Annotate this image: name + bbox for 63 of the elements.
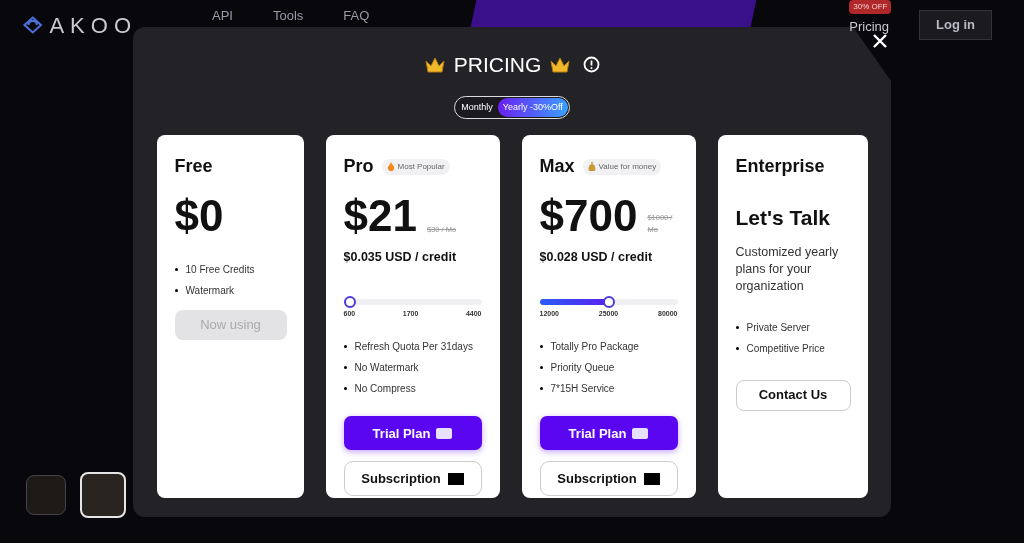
nav-link[interactable]: Tools <box>272 6 304 26</box>
logo-icon <box>22 14 44 36</box>
trial-plan-button[interactable]: Trial Plan <box>343 416 482 451</box>
feature-text: 10 Free Credits <box>185 263 255 277</box>
pricing-link[interactable]: Pricing <box>849 19 889 34</box>
login-button[interactable]: Log in <box>919 10 992 40</box>
bullet-icon <box>343 366 347 370</box>
stripe-logo-icon <box>436 427 453 439</box>
billing-tab[interactable]: Yearly -30%Off <box>497 97 568 117</box>
plan-name: Free <box>174 155 213 178</box>
bullet-icon <box>343 387 347 391</box>
feature-text: Refresh Quota Per 31days <box>354 340 473 355</box>
billing-tab[interactable]: Monthly <box>456 97 498 117</box>
feature-text: Priority Queue <box>550 361 615 376</box>
discount-badge: 30% OFF <box>849 0 892 14</box>
feature-text: No Watermark <box>354 361 419 376</box>
feature-text: Competitive Price <box>746 341 825 356</box>
slider-track[interactable] <box>343 298 482 305</box>
credit-price: $0.035 USD / credit <box>343 249 458 266</box>
contact-button[interactable]: Contact Us <box>735 379 851 411</box>
paypal-logo-icon <box>643 472 660 485</box>
feature-text: Totally Pro Package <box>550 340 639 355</box>
feature-text: No Compress <box>354 382 416 397</box>
crown-icon <box>423 55 446 74</box>
plan-description: Customized yearly plans for your organization <box>735 243 840 295</box>
slider-thumb[interactable] <box>343 295 356 308</box>
trial-plan-button[interactable]: Trial Plan <box>539 416 678 451</box>
crown-icon <box>549 55 572 74</box>
feature-text: 7*15H Service <box>550 382 615 397</box>
plan-headline: Let's Talk <box>735 205 831 231</box>
stripe-logo-icon <box>632 427 649 439</box>
feature-text: Private Server <box>746 320 810 335</box>
info-icon[interactable] <box>583 56 601 74</box>
bullet-icon <box>735 325 739 329</box>
nav-link[interactable]: FAQ <box>343 6 370 26</box>
logo-text: AKOO <box>49 11 137 40</box>
bullet-icon <box>735 346 739 350</box>
money-bag-icon <box>587 161 596 172</box>
paypal-logo-icon <box>447 472 464 485</box>
plan-tag: Value for money <box>582 158 662 175</box>
bullet-icon <box>174 289 178 292</box>
modal-title: PRICING <box>453 52 542 78</box>
bullet-icon <box>539 387 543 391</box>
nav-link[interactable]: API <box>212 6 233 26</box>
slider-thumb[interactable] <box>602 295 615 308</box>
slider-track[interactable] <box>539 298 678 305</box>
bullet-icon <box>343 345 347 349</box>
plan-tag: Most Popular <box>381 158 450 175</box>
plan-name: Max <box>539 155 575 178</box>
bullet-icon <box>539 366 543 370</box>
subscription-button[interactable]: Subscription <box>539 461 678 497</box>
plan-price: $0 <box>174 190 224 242</box>
bullet-icon <box>174 268 178 271</box>
credit-price: $0.028 USD / credit <box>539 249 654 266</box>
plan-price: $700 <box>539 190 638 242</box>
bullet-icon <box>539 345 543 349</box>
plan-price: $21 <box>343 190 417 242</box>
close-icon[interactable] <box>873 34 887 48</box>
plan-name: Enterprise <box>735 155 825 178</box>
feature-text: Watermark <box>185 284 235 298</box>
fire-icon <box>386 161 395 172</box>
plan-name: Pro <box>343 155 374 178</box>
subscription-button[interactable]: Subscription <box>343 461 482 497</box>
